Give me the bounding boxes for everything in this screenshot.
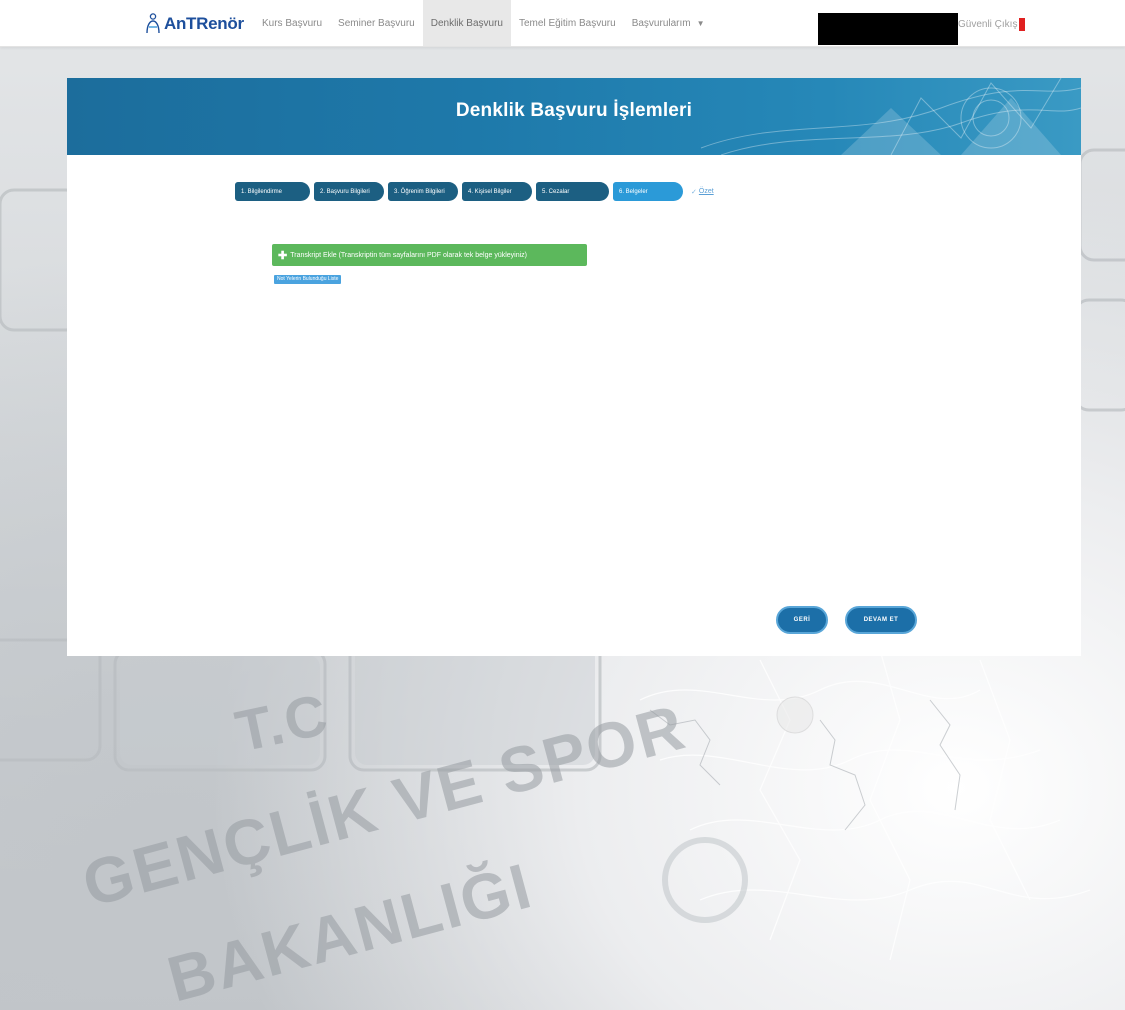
check-icon: ✓ [691,188,697,196]
nav-menu: Kurs Başvuru Seminer Başvuru Denklik Baş… [254,0,713,46]
nav-item-label: Temel Eğitim Başvuru [519,17,616,29]
brand-name: AnTRenör [164,14,244,33]
add-transcript-label: Transkript Ekle (Transkriptin tüm sayfal… [290,251,528,259]
next-button[interactable]: DEVAM ET [845,606,917,634]
nav-item-denklik-basvuru[interactable]: Denklik Başvuru [422,0,511,46]
nav-item-label: Başvurularım [631,17,691,29]
nav-item-seminer-basvuru[interactable]: Seminer Başvuru [330,0,423,46]
step-label: 4. Kişisel Bilgiler [468,188,512,195]
top-navbar: AnTRenör Kurs Başvuru Seminer Başvuru De… [0,0,1125,47]
step-belgeler[interactable]: 6. Belgeler [613,182,683,201]
step-label: 2. Başvuru Bilgileri [320,188,370,195]
logout-icon [1019,18,1026,31]
add-transcript-button[interactable]: ✚ Transkript Ekle (Transkriptin tüm sayf… [272,244,587,266]
brand-logo-link[interactable]: AnTRenör [144,11,244,37]
step-cezalar[interactable]: 5. Cezalar [536,182,609,201]
nav-item-temel-egitim-basvuru[interactable]: Temel Eğitim Başvuru [511,0,624,46]
page-title: Denklik Başvuru İşlemleri [455,100,693,121]
wizard-steps: 1. Bilgilendirme 2. Başvuru Bilgileri 3.… [235,182,714,201]
main-panel: Denklik Başvuru İşlemleri 1. Bilgilendir… [67,78,1081,656]
nav-item-basvurularim[interactable]: Başvurularım ▼ [624,0,713,46]
nav-item-label: Denklik Başvuru [430,17,503,29]
redacted-user-info [818,13,958,45]
step-kisisel-bilgiler[interactable]: 4. Kişisel Bilgiler [462,182,532,201]
step-label: 5. Cezalar [542,188,570,195]
plus-icon: ✚ [278,249,288,262]
step-label: 1. Bilgilendirme [241,188,283,195]
back-button[interactable]: GERİ [776,606,828,634]
step-summary-link[interactable]: ✓ Özet [691,188,714,196]
uploaded-file-link[interactable]: Not Yelerin Bulunduğu Liste [274,275,342,284]
step-summary-label: Özet [698,188,714,195]
nav-item-kurs-basvuru[interactable]: Kurs Başvuru [254,0,330,46]
step-ogrenim-bilgileri[interactable]: 3. Öğrenim Bilgileri [388,182,458,201]
step-basvuru-bilgileri[interactable]: 2. Başvuru Bilgileri [314,182,384,201]
logout-link[interactable]: Güvenli Çıkış [958,18,1026,31]
nav-item-label: Seminer Başvuru [338,17,415,29]
caret-down-icon: ▼ [696,18,705,28]
brand-person-icon [146,13,160,34]
step-label: 3. Öğrenim Bilgileri [394,188,445,195]
logout-label: Güvenli Çıkış [958,19,1018,30]
nav-item-label: Kurs Başvuru [262,17,323,29]
step-bilgilendirme[interactable]: 1. Bilgilendirme [235,182,310,201]
step-label: 6. Belgeler [619,188,648,195]
page-banner: Denklik Başvuru İşlemleri [67,78,1081,155]
